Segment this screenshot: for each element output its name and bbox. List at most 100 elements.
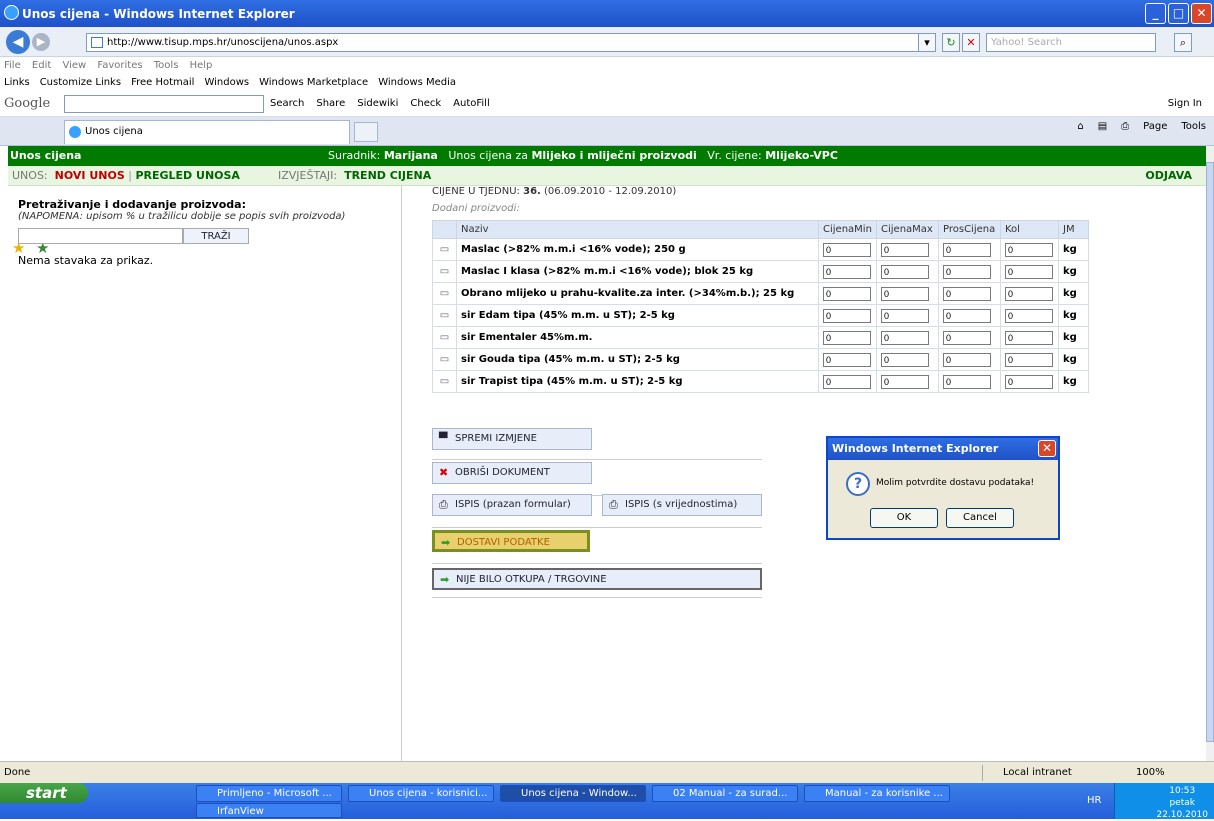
cancel-button[interactable]: Cancel	[946, 508, 1014, 528]
ispis-prazan-button[interactable]: ⎙ ISPIS (prazan formular)	[432, 494, 592, 516]
remove-row-icon[interactable]: ▭	[432, 304, 457, 327]
google-search-input[interactable]	[64, 94, 264, 113]
stop-icon[interactable]: ✕	[962, 33, 980, 52]
sign-in-link[interactable]: Sign In	[1168, 98, 1202, 109]
trend-cijena-link[interactable]: TREND CIJENA	[344, 169, 431, 182]
cijena-min-input[interactable]	[823, 286, 871, 301]
task-unos-window[interactable]: Unos cijena - Window...	[500, 785, 646, 802]
print-icon[interactable]: ⎙	[1121, 121, 1129, 132]
search-input[interactable]: Yahoo! Search	[986, 33, 1156, 52]
cijena-max-input[interactable]	[881, 242, 929, 257]
scrollbar-thumb[interactable]	[1206, 162, 1214, 742]
home-icon[interactable]: ⌂	[1077, 121, 1083, 132]
feeds-icon[interactable]: ▤	[1098, 121, 1107, 132]
url-field[interactable]: http://www.tisup.mps.hr/unoscijena/unos.…	[86, 33, 936, 52]
link-windows[interactable]: Windows	[204, 74, 249, 91]
tools-menu[interactable]: Tools	[1181, 121, 1206, 132]
forward-icon[interactable]: ▶	[32, 33, 50, 51]
task-irfanview[interactable]: IrfanView	[196, 803, 342, 818]
close-button[interactable]: ✕	[1191, 3, 1212, 24]
cijena-max-input[interactable]	[881, 308, 929, 323]
obrisi-dokument-button[interactable]: ✖ OBRIŠI DOKUMENT	[432, 462, 592, 484]
remove-row-icon[interactable]: ▭	[432, 260, 457, 283]
menu-edit[interactable]: Edit	[32, 60, 51, 71]
page-menu[interactable]: Page	[1143, 121, 1167, 132]
ispis-vrijednosti-button[interactable]: ⎙ ISPIS (s vrijednostima)	[602, 494, 762, 516]
cijena-max-input[interactable]	[881, 330, 929, 345]
spremi-izmjene-button[interactable]: ▀ SPREMI IZMJENE	[432, 428, 592, 450]
language-indicator[interactable]: HR	[1087, 795, 1101, 806]
remove-row-icon[interactable]: ▭	[432, 238, 457, 261]
header-icon-cell	[432, 220, 457, 239]
menu-help[interactable]: Help	[190, 60, 213, 71]
header-kol: Kol	[1000, 220, 1059, 239]
kol-input[interactable]	[1005, 308, 1053, 323]
cijena-min-input[interactable]	[823, 330, 871, 345]
pros-cijena-input[interactable]	[943, 308, 991, 323]
ok-button[interactable]: OK	[870, 508, 938, 528]
maximize-button[interactable]: □	[1168, 3, 1189, 24]
task-unos-korisnici[interactable]: Unos cijena - korisnici...	[348, 785, 494, 802]
menu-favorites[interactable]: Favorites	[97, 60, 142, 71]
search-icon[interactable]: ⌕	[1174, 33, 1192, 52]
cijena-max-input[interactable]	[881, 264, 929, 279]
autofill-button[interactable]: AutoFill	[453, 98, 490, 109]
product-search-input[interactable]	[18, 228, 183, 244]
odjava-link[interactable]: ODJAVA	[1145, 166, 1192, 186]
remove-row-icon[interactable]: ▭	[432, 370, 457, 393]
pros-cijena-input[interactable]	[943, 374, 991, 389]
link-customize[interactable]: Customize Links	[40, 74, 121, 91]
cijena-min-input[interactable]	[823, 264, 871, 279]
zoom-level[interactable]: 100%	[1136, 762, 1165, 784]
pros-cijena-input[interactable]	[943, 264, 991, 279]
share-button[interactable]: Share	[316, 98, 345, 109]
cijena-max-input[interactable]	[881, 352, 929, 367]
cijena-min-input[interactable]	[823, 308, 871, 323]
novi-unos-link[interactable]: NOVI UNOS	[55, 169, 125, 182]
dialog-close-button[interactable]: ✕	[1038, 440, 1056, 457]
link-media[interactable]: Windows Media	[378, 74, 456, 91]
nije-bilo-otkupa-button[interactable]: ➡ NIJE BILO OTKUPA / TRGOVINE	[432, 568, 762, 590]
task-primljeno[interactable]: Primljeno - Microsoft ...	[196, 785, 342, 802]
menu-view[interactable]: View	[62, 60, 86, 71]
pros-cijena-input[interactable]	[943, 352, 991, 367]
remove-row-icon[interactable]: ▭	[432, 348, 457, 371]
sidewiki-button[interactable]: Sidewiki	[357, 98, 398, 109]
remove-row-icon[interactable]: ▭	[432, 326, 457, 349]
kol-input[interactable]	[1005, 330, 1053, 345]
task-manual-korisnike[interactable]: Manual - za korisnike ...	[804, 785, 950, 802]
refresh-icon[interactable]: ↻	[942, 33, 960, 52]
trazi-button[interactable]: TRAŽI	[183, 228, 249, 244]
pros-cijena-input[interactable]	[943, 242, 991, 257]
new-tab-button[interactable]	[354, 122, 378, 142]
cijena-max-input[interactable]	[881, 286, 929, 301]
dropdown-icon[interactable]: ▾	[918, 33, 936, 52]
pregled-unosa-link[interactable]: PREGLED UNOSA	[135, 169, 239, 182]
start-button[interactable]: start	[0, 783, 88, 803]
kol-input[interactable]	[1005, 242, 1053, 257]
menu-file[interactable]: File	[4, 60, 21, 71]
cijena-max-input[interactable]	[881, 374, 929, 389]
pros-cijena-input[interactable]	[943, 286, 991, 301]
link-marketplace[interactable]: Windows Marketplace	[259, 74, 368, 91]
kol-input[interactable]	[1005, 286, 1053, 301]
kol-input[interactable]	[1005, 264, 1053, 279]
cijena-min-input[interactable]	[823, 374, 871, 389]
kol-input[interactable]	[1005, 352, 1053, 367]
cijena-min-input[interactable]	[823, 242, 871, 257]
dostavi-podatke-button[interactable]: ➡ DOSTAVI PODATKE	[432, 530, 590, 552]
google-search-button[interactable]: Search	[270, 98, 304, 109]
cijena-min-input[interactable]	[823, 352, 871, 367]
page-scrollbar[interactable]	[1206, 146, 1214, 761]
link-hotmail[interactable]: Free Hotmail	[131, 74, 194, 91]
check-button[interactable]: Check	[410, 98, 441, 109]
minimize-button[interactable]: _	[1145, 3, 1166, 24]
task-manual-surad[interactable]: 02 Manual - za surad...	[652, 785, 798, 802]
back-icon[interactable]: ◀	[6, 30, 30, 54]
kol-input[interactable]	[1005, 374, 1053, 389]
menu-tools[interactable]: Tools	[154, 60, 179, 71]
tab-unos-cijena[interactable]: Unos cijena	[64, 120, 350, 144]
remove-row-icon[interactable]: ▭	[432, 282, 457, 305]
pros-cijena-input[interactable]	[943, 330, 991, 345]
jm-value: kg	[1058, 326, 1089, 349]
